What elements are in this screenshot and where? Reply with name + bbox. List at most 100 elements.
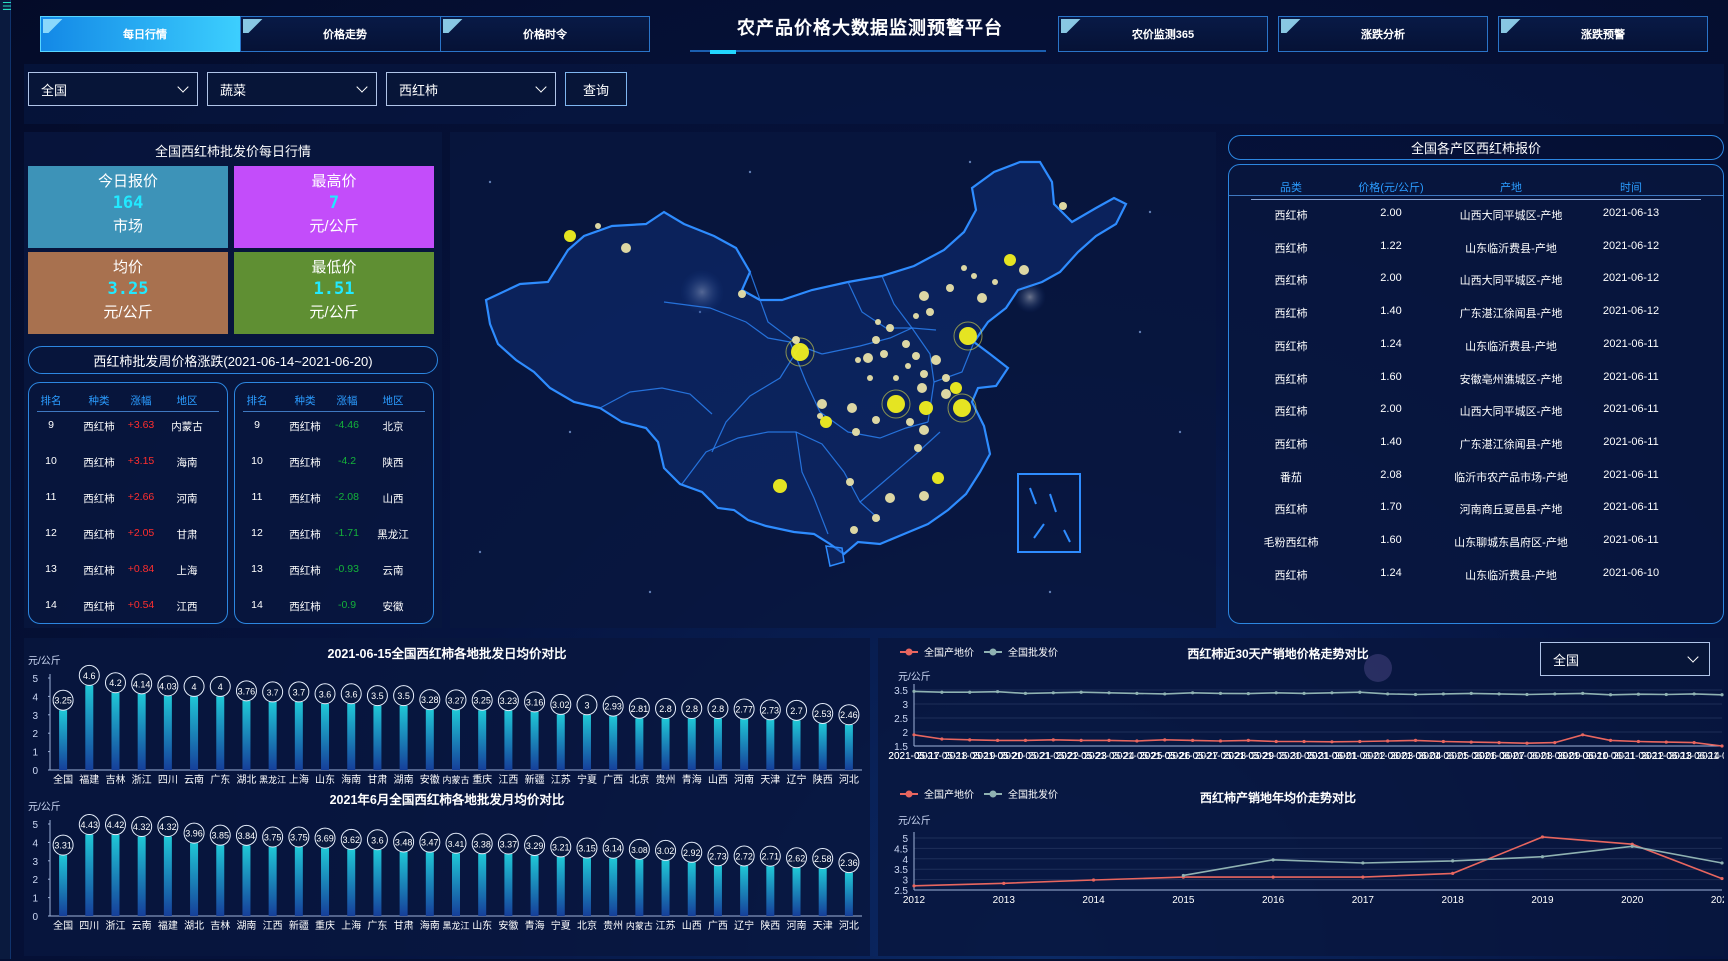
- market-point: [872, 416, 880, 424]
- bar: [609, 858, 618, 916]
- tab-analysis[interactable]: 涨跌分析: [1278, 16, 1488, 52]
- data-point: [1246, 738, 1250, 742]
- quotes-cell: 2021-06-12: [1602, 305, 1660, 318]
- quotes-cell: 山东聊城东昌府区-产地: [1454, 537, 1568, 549]
- market-point: [1059, 202, 1067, 210]
- tab-warning[interactable]: 涨跌预警: [1498, 16, 1708, 52]
- ranking-cell: 西红柿: [289, 601, 321, 613]
- data-label: 2.73: [762, 705, 780, 715]
- region-select[interactable]: 全国: [28, 72, 198, 106]
- x-tick-label: 2012: [903, 895, 926, 906]
- tab-daily[interactable]: 每日行情: [40, 16, 250, 52]
- quotes-cell: 安徽亳州谯城区-产地: [1459, 373, 1563, 386]
- market-point: [932, 472, 944, 484]
- data-point: [1540, 835, 1545, 839]
- bar: [347, 849, 356, 916]
- quotes-cell: 2.08: [1380, 468, 1402, 481]
- y-tick-label: 0: [32, 766, 38, 777]
- tab-label: 每日行情: [123, 29, 167, 41]
- bar: [713, 718, 722, 770]
- x-tick-label: 浙江: [105, 920, 125, 932]
- quotes-cell: 2021-06-11: [1603, 403, 1659, 416]
- y-tick-label: 0: [32, 912, 38, 923]
- x-tick-label: 内蒙古: [626, 920, 653, 931]
- bar: [452, 709, 460, 770]
- quotes-cell: 2021-06-11: [1603, 435, 1659, 448]
- fall-ranking: 排名 种类 涨幅 地区 9 西红柿 -4.46 北京 10 西红柿 -4.2 陕西 11 西红柿 -2.08…: [234, 382, 434, 624]
- quotes-table: 品类 价格(元/公斤) 产地 时间 西红柿 2.00 山西大同平城区-产地 2021-06-1…: [1228, 164, 1724, 624]
- x-tick-label: 吉林: [105, 773, 125, 786]
- market-point: [992, 279, 998, 285]
- bar: [59, 855, 68, 916]
- market-point: [920, 370, 928, 378]
- y-axis-unit: 元/公斤: [28, 801, 61, 813]
- market-point: [850, 526, 858, 534]
- product-select[interactable]: 西红柿: [386, 72, 556, 106]
- ranking-cell: 北京: [382, 421, 404, 433]
- x-tick-label: 2021-06-04: [1390, 751, 1442, 762]
- y-tick-label: 1: [32, 894, 38, 905]
- quotes-cell: 1.40: [1380, 305, 1402, 318]
- ranking-cell: 陕西: [382, 457, 404, 469]
- data-point: [1664, 692, 1668, 697]
- ranking-cell: +3.63: [127, 419, 155, 431]
- data-label: 2.93: [604, 702, 622, 712]
- min-unit: 元/公斤: [309, 304, 359, 321]
- tab-trend[interactable]: 价格走势: [240, 16, 450, 52]
- x-tick-label: 江苏: [551, 773, 571, 786]
- market-point: [917, 383, 927, 393]
- daily-panel: 全国西红柿批发价每日行情 今日报价 164 市场 最高价 7 元/公斤 均价 3…: [24, 132, 442, 628]
- y-tick-label: 2: [32, 729, 38, 740]
- x-tick-label: 云南: [184, 773, 204, 786]
- ranking-cell: 海南: [176, 457, 198, 469]
- data-label: 3.5: [397, 691, 410, 701]
- data-point: [1497, 741, 1501, 745]
- bar: [163, 836, 172, 916]
- data-label: 3.21: [552, 842, 570, 852]
- x-tick-label: 全国: [53, 773, 73, 786]
- y-axis-unit: 元/公斤: [28, 655, 61, 667]
- quotes-cell: 1.24: [1380, 566, 1402, 579]
- bar: [399, 851, 408, 916]
- x-tick-label: 福建: [79, 773, 99, 786]
- menu-icon[interactable]: ☰: [2, 2, 12, 13]
- ranking-cell: -1.71: [335, 527, 359, 539]
- x-tick-label: 黑龙江: [442, 920, 469, 931]
- trend-region-select[interactable]: 全国: [1540, 642, 1710, 676]
- quotes-panel: 全国各产区西红柿报价 品类 价格(元/公斤) 产地 时间 西红柿 2.00 山西大同平城区-…: [1224, 132, 1724, 628]
- x-tick-label: 2018: [1442, 895, 1465, 906]
- data-point: [1107, 738, 1111, 742]
- line-charts-panel: 全国产地价 全国批发价 西红柿近30天产销地价格走势对比 元/公斤 1.5 2 2.5 3 3.…: [878, 638, 1728, 956]
- data-point: [1358, 739, 1362, 744]
- data-label: 3.6: [319, 689, 332, 699]
- data-label: 4.03: [159, 681, 177, 691]
- tab-monitor365[interactable]: 农价监测365: [1058, 16, 1268, 52]
- bar: [425, 852, 434, 916]
- header-cell: 种类: [88, 395, 110, 407]
- ranking-row: 13 西红柿 -0.93 云南: [243, 563, 425, 581]
- quotes-cell: 河南商丘夏邑县-产地: [1459, 504, 1563, 517]
- x-tick-label: 2021-06-10: [1557, 751, 1609, 762]
- x-tick-label: 广东: [210, 773, 230, 786]
- x-tick-label: 湖南: [236, 919, 256, 932]
- data-point: [912, 689, 916, 693]
- data-label: 2.77: [735, 705, 753, 715]
- bar: [190, 843, 199, 916]
- data-point: [1451, 871, 1455, 875]
- x-tick-label: 河北: [839, 774, 859, 786]
- china-map[interactable]: [450, 132, 1216, 628]
- x-tick-label: 2019: [1531, 895, 1554, 906]
- ranking-cell: +2.05: [127, 527, 155, 539]
- query-button[interactable]: 查询: [565, 72, 627, 106]
- tab-season[interactable]: 价格时令: [440, 16, 650, 52]
- ranking-row: 9 西红柿 -4.46 北京: [243, 419, 425, 437]
- category-select[interactable]: 蔬菜: [207, 72, 377, 106]
- bar: [609, 716, 618, 770]
- tab-label: 价格时令: [523, 29, 567, 41]
- bar: [661, 718, 670, 770]
- data-label: 3.75: [290, 833, 308, 843]
- ranking-row: 14 西红柿 -0.9 安徽: [243, 599, 425, 617]
- market-point: [886, 324, 894, 332]
- data-label: 2.81: [631, 704, 649, 714]
- x-tick-label: 天津: [813, 920, 833, 932]
